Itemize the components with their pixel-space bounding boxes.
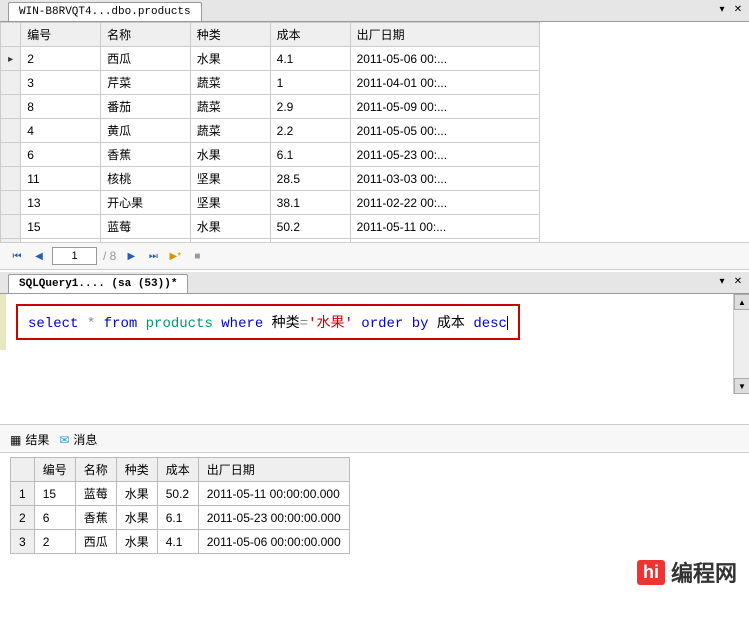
first-record-button[interactable]: ⏮: [8, 247, 26, 265]
scroll-down-icon[interactable]: ▼: [734, 378, 749, 394]
query-tab[interactable]: SQLQuery1.... (sa (53))*: [8, 274, 188, 293]
new-row[interactable]: *NULLNULLNULLNULLNULL: [1, 239, 540, 243]
watermark: hi 编程网: [637, 556, 737, 588]
record-navigator: ⏮ ◀ / 8 ▶ ⏭ ▶* ■: [0, 242, 749, 270]
table-row[interactable]: 4黄瓜蔬菜2.22011-05-05 00:...: [1, 119, 540, 143]
dropdown-icon[interactable]: ▾: [715, 2, 729, 16]
sql-editor[interactable]: select * from products where 种类='水果' ord…: [0, 294, 749, 350]
stop-button[interactable]: ■: [188, 247, 206, 265]
table-row[interactable]: 3芹菜蔬菜12011-04-01 00:...: [1, 71, 540, 95]
grid-icon: ▦: [10, 433, 21, 447]
data-grid-area: 编号 名称 种类 成本 出厂日期 ▸2西瓜水果4.12011-05-06 00:…: [0, 22, 749, 242]
data-grid[interactable]: 编号 名称 种类 成本 出厂日期 ▸2西瓜水果4.12011-05-06 00:…: [0, 22, 540, 242]
query-tab-bar: SQLQuery1.... (sa (53))* ▾ ✕: [0, 272, 749, 294]
header-row: 编号 名称 种类 成本 出厂日期: [11, 458, 350, 482]
result-row[interactable]: 32西瓜水果4.12011-05-06 00:00:00.000: [11, 530, 350, 554]
table-row[interactable]: 6香蕉水果6.12011-05-23 00:...: [1, 143, 540, 167]
sql-statement: select * from products where 种类='水果' ord…: [16, 304, 520, 340]
close-icon[interactable]: ✕: [731, 2, 745, 16]
header-row: 编号 名称 种类 成本 出厂日期: [1, 23, 540, 47]
result-tabs: ▦结果 ✉消息: [0, 424, 749, 452]
prev-record-button[interactable]: ◀: [30, 247, 48, 265]
editor-scrollbar[interactable]: ▲ ▼: [733, 294, 749, 394]
scroll-up-icon[interactable]: ▲: [734, 294, 749, 310]
tab-results[interactable]: ▦结果: [10, 431, 49, 448]
watermark-text: 编程网: [671, 556, 737, 588]
message-icon: ✉: [59, 433, 69, 447]
data-tab-bar: WIN-B8RVQT4...dbo.products ▾ ✕: [0, 0, 749, 22]
record-number-input[interactable]: [52, 247, 97, 265]
next-record-button[interactable]: ▶: [122, 247, 140, 265]
table-row[interactable]: ▸2西瓜水果4.12011-05-06 00:...: [1, 47, 540, 71]
result-grid[interactable]: 编号 名称 种类 成本 出厂日期 115蓝莓水果50.22011-05-11 0…: [10, 457, 350, 554]
last-record-button[interactable]: ⏭: [144, 247, 162, 265]
close-icon[interactable]: ✕: [731, 274, 745, 288]
table-row[interactable]: 8番茄蔬菜2.92011-05-09 00:...: [1, 95, 540, 119]
table-row[interactable]: 11核桃坚果28.52011-03-03 00:...: [1, 167, 540, 191]
tab-messages[interactable]: ✉消息: [59, 431, 97, 448]
result-row[interactable]: 115蓝莓水果50.22011-05-11 00:00:00.000: [11, 482, 350, 506]
table-tab[interactable]: WIN-B8RVQT4...dbo.products: [8, 2, 202, 21]
table-row[interactable]: 13开心果坚果38.12011-02-22 00:...: [1, 191, 540, 215]
table-row[interactable]: 15蓝莓水果50.22011-05-11 00:...: [1, 215, 540, 239]
result-row[interactable]: 26香蕉水果6.12011-05-23 00:00:00.000: [11, 506, 350, 530]
watermark-logo: hi: [637, 560, 665, 585]
new-record-button[interactable]: ▶*: [166, 247, 184, 265]
record-total: / 8: [103, 249, 116, 263]
dropdown-icon[interactable]: ▾: [715, 274, 729, 288]
